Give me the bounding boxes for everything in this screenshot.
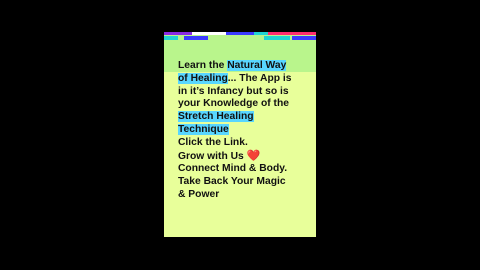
color-stripe bbox=[184, 36, 208, 40]
highlighted-text: Stretch Healing bbox=[178, 111, 254, 123]
post-line-3: in it’s Infancy but so is bbox=[178, 85, 289, 97]
color-stripe bbox=[164, 36, 178, 40]
line-text: ... The App is bbox=[227, 72, 292, 84]
highlighted-text: of Healing bbox=[178, 72, 228, 84]
post-line-6: Technique bbox=[178, 123, 310, 137]
post-line-5: Stretch Healing bbox=[178, 111, 310, 124]
color-stripe bbox=[226, 32, 254, 35]
video-frame: Learn the Natural Way of Healing... The … bbox=[0, 0, 480, 270]
line-text: Grow with Us bbox=[178, 150, 247, 162]
post-line-1: Learn the Natural Way bbox=[178, 60, 310, 73]
color-stripe bbox=[268, 32, 316, 35]
color-stripe bbox=[192, 32, 226, 35]
post-line-10: Take Back Your Magic bbox=[178, 176, 286, 188]
line-text: Learn the bbox=[178, 60, 228, 71]
post-line-11: & Power bbox=[178, 188, 220, 200]
post-card: Learn the Natural Way of Healing... The … bbox=[164, 32, 316, 237]
post-line-8: Grow with Us ❤️ bbox=[178, 148, 310, 164]
heart-emoji-icon: ❤️ bbox=[246, 148, 261, 162]
post-line-9: Connect Mind & Body. bbox=[178, 163, 288, 175]
highlighted-text: Natural Way bbox=[227, 60, 287, 71]
post-line-7: Click the Link. bbox=[178, 136, 248, 148]
post-line-2: of Healing... The App is bbox=[178, 72, 310, 86]
color-stripe bbox=[292, 36, 316, 40]
highlighted-text: Technique bbox=[178, 123, 229, 135]
color-stripe bbox=[164, 32, 192, 35]
color-stripe bbox=[254, 32, 268, 35]
post-line-4: your Knowledge of the bbox=[178, 98, 289, 110]
color-stripe bbox=[264, 36, 290, 40]
post-text: Learn the Natural Way of Healing... The … bbox=[178, 60, 310, 202]
